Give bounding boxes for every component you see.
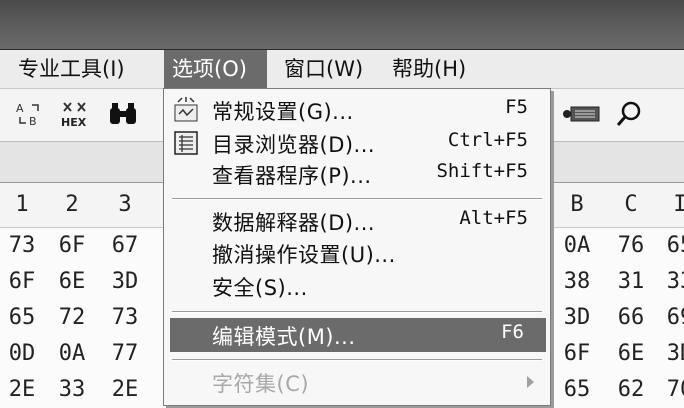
submenu-arrow-icon bbox=[527, 376, 534, 388]
options-dropdown-menu: 常规设置(G)... F5 目录浏览器(D)... Ctrl+F5 查看器程序(… bbox=[163, 88, 551, 406]
menu-item-label: 查看器程序(P)... bbox=[212, 164, 372, 188]
hex-byte-cell[interactable]: 73 bbox=[0, 228, 50, 264]
menu-item-data-interpreter[interactable]: 数据解释器(D)... Alt+F5 bbox=[164, 204, 550, 238]
hex-byte-cell[interactable]: 33 bbox=[652, 264, 684, 300]
menu-item-label: 目录浏览器(D)... bbox=[212, 133, 376, 157]
svg-text:B: B bbox=[29, 115, 37, 128]
menu-item-undo-settings[interactable]: 撤消操作设置(U)... bbox=[164, 236, 550, 270]
hex-byte-cell[interactable]: 70 bbox=[652, 372, 684, 408]
hex-byte-cell[interactable]: 6E bbox=[603, 336, 659, 372]
menu-separator bbox=[172, 198, 542, 200]
hex-byte-cell[interactable]: 77 bbox=[97, 336, 153, 372]
menu-item-security[interactable]: 安全(S)... bbox=[164, 269, 550, 303]
hex-byte-cell[interactable]: 3D bbox=[652, 336, 684, 372]
hex-byte-cell[interactable]: 6F bbox=[0, 264, 50, 300]
menu-item-label: 数据解释器(D)... bbox=[212, 211, 376, 235]
hex-byte-cell[interactable]: 73 bbox=[97, 300, 153, 336]
hex-column-label: C bbox=[624, 192, 638, 217]
svg-text:A: A bbox=[16, 102, 24, 115]
menu-bar: 专业工具(I) 选项(O) 窗口(W) 帮助(H) bbox=[0, 50, 684, 89]
hex-byte-cell[interactable]: 62 bbox=[603, 372, 659, 408]
menu-item-label: 撤消操作设置(U)... bbox=[212, 243, 396, 267]
menu-item-shortcut: F5 bbox=[505, 96, 528, 118]
hex-byte-cell[interactable]: 3D bbox=[549, 300, 605, 336]
hex-byte-cell[interactable]: 6F bbox=[549, 336, 605, 372]
menu-professional-tools[interactable]: 专业工具(I) bbox=[10, 50, 133, 88]
svg-text:HEX: HEX bbox=[61, 116, 87, 129]
convert-icon[interactable]: A B bbox=[12, 97, 46, 131]
general-settings-icon bbox=[172, 96, 200, 124]
hex-byte-cell[interactable]: 69 bbox=[652, 300, 684, 336]
hex-byte-cell[interactable]: 6E bbox=[44, 264, 100, 300]
menu-item-shortcut: Shift+F5 bbox=[436, 160, 528, 182]
menu-item-shortcut: Ctrl+F5 bbox=[447, 129, 528, 151]
search-icon[interactable] bbox=[612, 97, 646, 131]
hex-column-label: 3 bbox=[118, 192, 132, 217]
hex-byte-cell[interactable]: 38 bbox=[549, 264, 605, 300]
menu-window[interactable]: 窗口(W) bbox=[276, 50, 371, 88]
calculator-icon[interactable] bbox=[568, 97, 602, 131]
hex-byte-cell[interactable]: 72 bbox=[44, 300, 100, 336]
hex-byte-cell[interactable]: 2E bbox=[97, 372, 153, 408]
menu-item-label: 编辑模式(M)... bbox=[212, 325, 356, 349]
menu-item-edit-mode[interactable]: 编辑模式(M)... F6 bbox=[170, 318, 546, 352]
hex-byte-cell[interactable]: 33 bbox=[44, 372, 100, 408]
menu-item-label: 字符集(C) bbox=[212, 372, 310, 396]
hex-byte-cell[interactable]: 2E bbox=[0, 372, 50, 408]
menu-item-charset[interactable]: 字符集(C) bbox=[164, 365, 550, 399]
menu-separator bbox=[172, 311, 542, 313]
menu-item-shortcut: F6 bbox=[501, 321, 524, 343]
menu-item-shortcut: Alt+F5 bbox=[459, 207, 528, 229]
menu-help[interactable]: 帮助(H) bbox=[384, 50, 474, 88]
menu-item-label: 常规设置(G)... bbox=[212, 100, 354, 124]
menu-item-viewer-program[interactable]: 查看器程序(P)... Shift+F5 bbox=[164, 157, 550, 191]
hex-byte-cell[interactable]: 6F bbox=[44, 228, 100, 264]
hex-convert-icon[interactable]: HEX bbox=[58, 97, 92, 131]
hex-byte-cell[interactable]: 67 bbox=[97, 228, 153, 264]
hex-column-label: 1 bbox=[15, 192, 29, 217]
menu-options[interactable]: 选项(O) bbox=[164, 50, 267, 88]
menu-item-directory-browser[interactable]: 目录浏览器(D)... Ctrl+F5 bbox=[164, 126, 550, 160]
directory-browser-icon bbox=[172, 129, 200, 157]
hex-byte-cell[interactable]: 65 bbox=[0, 300, 50, 336]
hex-column-label: 2 bbox=[65, 192, 79, 217]
hex-byte-cell[interactable]: 3D bbox=[97, 264, 153, 300]
hex-byte-cell[interactable]: 0A bbox=[549, 228, 605, 264]
hex-byte-cell[interactable]: 65 bbox=[652, 228, 684, 264]
window-titlebar bbox=[0, 0, 684, 50]
hex-byte-cell[interactable]: 0D bbox=[0, 336, 50, 372]
menu-item-label: 安全(S)... bbox=[212, 276, 308, 300]
binoculars-icon[interactable] bbox=[106, 97, 140, 131]
hex-byte-cell[interactable]: 0A bbox=[44, 336, 100, 372]
hex-byte-cell[interactable]: 65 bbox=[549, 372, 605, 408]
hex-byte-cell[interactable]: 31 bbox=[603, 264, 659, 300]
menu-item-general-settings[interactable]: 常规设置(G)... F5 bbox=[164, 93, 550, 127]
hex-byte-cell[interactable]: 66 bbox=[603, 300, 659, 336]
hex-column-label: B bbox=[570, 192, 584, 217]
menu-separator bbox=[172, 359, 542, 361]
hex-byte-cell[interactable]: 76 bbox=[603, 228, 659, 264]
hex-column-label: I bbox=[673, 192, 684, 217]
